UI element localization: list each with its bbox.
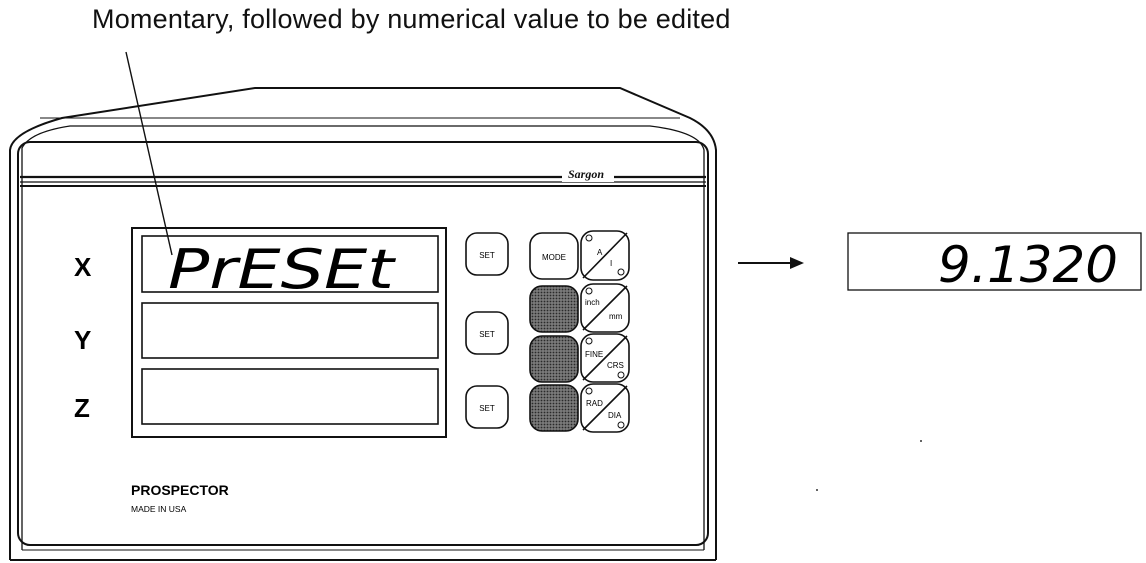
set-button-x[interactable]: SET xyxy=(465,232,509,276)
mode-button[interactable]: MODE xyxy=(529,232,579,280)
set-button-x-label: SET xyxy=(479,251,495,260)
fine-label: FINE xyxy=(585,350,603,359)
axis-label-y: Y xyxy=(74,325,91,355)
readout-y xyxy=(141,302,439,359)
set-button-z-label: SET xyxy=(479,404,495,413)
shaded-key-2[interactable] xyxy=(529,335,579,383)
abs-inc-bottom-label: I xyxy=(610,259,612,268)
rad-dia-button[interactable]: RAD DIA xyxy=(580,383,630,433)
axis-label-z: Z xyxy=(74,393,90,423)
mm-label: mm xyxy=(609,312,623,321)
axis-label-x: X xyxy=(74,252,92,282)
brand-logo-text: Sargon xyxy=(568,167,604,181)
readout-x-text: PrESEt xyxy=(168,238,396,301)
arrow-right-icon xyxy=(738,257,804,269)
dro-diagram: Sargon X Y Z PrESEt SET SET SET MODE A I… xyxy=(9,51,1142,561)
set-button-y-label: SET xyxy=(479,330,495,339)
shaded-key-1[interactable] xyxy=(529,285,579,333)
abs-inc-top-label: A xyxy=(597,248,603,257)
readout-x: PrESEt xyxy=(141,235,439,301)
brand-logo: Sargon xyxy=(562,167,614,182)
shaded-key-3[interactable] xyxy=(529,384,579,432)
inch-label: inch xyxy=(585,298,600,307)
result-display-text: 9.1320 xyxy=(938,236,1118,294)
stray-dot xyxy=(816,489,818,491)
stray-dot xyxy=(920,440,922,442)
readout-z xyxy=(141,368,439,425)
fine-crs-button[interactable]: FINE CRS xyxy=(580,333,630,383)
dia-label: DIA xyxy=(608,411,622,420)
result-display: 9.1320 xyxy=(847,232,1142,294)
mode-button-label: MODE xyxy=(542,253,566,262)
set-button-y[interactable]: SET xyxy=(465,311,509,355)
rad-label: RAD xyxy=(586,399,603,408)
model-name: PROSPECTOR xyxy=(131,482,229,498)
made-in-label: MADE IN USA xyxy=(131,504,187,514)
inch-mm-button[interactable]: inch mm xyxy=(580,283,630,333)
set-button-z[interactable]: SET xyxy=(465,385,509,429)
leader-line xyxy=(125,51,173,256)
abs-inc-button[interactable]: A I xyxy=(580,230,630,281)
crs-label: CRS xyxy=(607,361,624,370)
